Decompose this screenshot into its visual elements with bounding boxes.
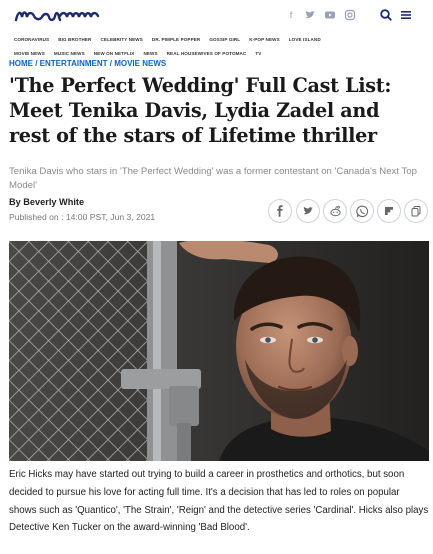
author-byline[interactable]: By Beverly White	[9, 197, 84, 207]
nav-item[interactable]: CELEBRITY NEWS	[100, 37, 142, 42]
nav-item[interactable]: MOVIE NEWS	[14, 51, 45, 56]
instagram-icon[interactable]	[344, 9, 356, 21]
nav-item[interactable]: NEWS	[143, 51, 157, 56]
nav-item[interactable]: MUSIC NEWS	[54, 51, 85, 56]
menu-icon[interactable]	[399, 8, 413, 22]
facebook-icon[interactable]: f	[285, 9, 297, 21]
nav-item[interactable]: BIG BROTHER	[58, 37, 91, 42]
actor-portrait-photo	[9, 241, 429, 461]
twitter-share-icon[interactable]	[296, 199, 320, 223]
breadcrumb-movie-news[interactable]: MOVIE NEWS	[114, 59, 166, 68]
category-nav-row-1: CORONAVIRUS BIG BROTHER CELEBRITY NEWS D…	[14, 37, 321, 42]
breadcrumb: HOME / ENTERTAINMENT / MOVIE NEWS	[9, 59, 166, 68]
search-icon[interactable]	[379, 8, 393, 22]
copy-link-icon[interactable]	[404, 199, 428, 223]
nav-item[interactable]: LOVE ISLAND	[289, 37, 321, 42]
breadcrumb-separator: /	[33, 59, 40, 68]
article-hero-image	[9, 241, 429, 461]
site-header: f	[0, 0, 433, 30]
article-body-paragraph: Eric Hicks may have started out trying t…	[9, 469, 429, 534]
breadcrumb-entertainment[interactable]: ENTERTAINMENT	[40, 59, 108, 68]
meaww-logo[interactable]	[14, 5, 102, 25]
category-nav-row-2: MOVIE NEWS MUSIC NEWS NEW ON NETFLIX NEW…	[14, 51, 261, 56]
nav-item[interactable]: NEW ON NETFLIX	[94, 51, 135, 56]
nav-item[interactable]: GOSSIP GIRL	[209, 37, 240, 42]
nav-item[interactable]: TV	[255, 51, 261, 56]
article-subtitle: Tenika Davis who stars in 'The Perfect W…	[9, 166, 417, 191]
article-headline: 'The Perfect Wedding' Full Cast List: Me…	[9, 74, 392, 147]
nav-item[interactable]: CORONAVIRUS	[14, 37, 49, 42]
youtube-icon[interactable]	[324, 9, 336, 21]
nav-item[interactable]: REAL HOUSEWIVES OF POTOMAC	[167, 51, 247, 56]
reddit-share-icon[interactable]	[323, 199, 347, 223]
twitter-icon[interactable]	[304, 9, 316, 21]
nav-item[interactable]: DR. PIMPLE POPPER	[152, 37, 200, 42]
whatsapp-share-icon[interactable]	[350, 199, 374, 223]
facebook-share-icon[interactable]	[268, 199, 292, 223]
nav-item[interactable]: K-POP NEWS	[249, 37, 280, 42]
breadcrumb-home[interactable]: HOME	[9, 59, 33, 68]
publish-date: Published on : 14:00 PST, Jun 3, 2021	[9, 212, 156, 222]
flipboard-share-icon[interactable]	[377, 199, 401, 223]
